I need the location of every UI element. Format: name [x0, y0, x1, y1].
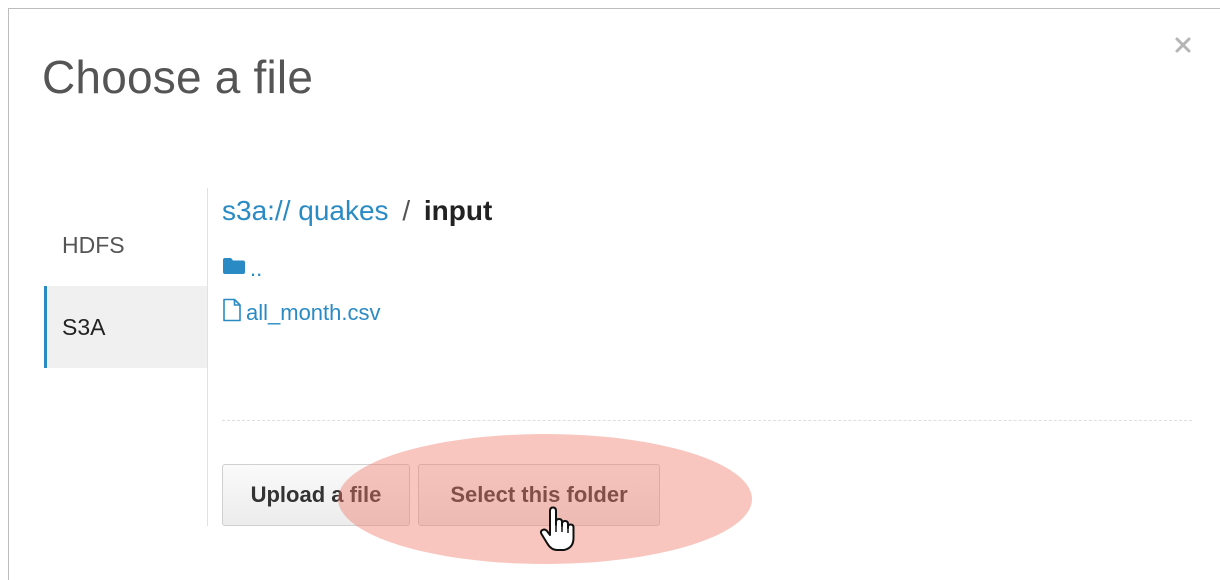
breadcrumb-separator: /	[402, 195, 411, 226]
list-item-label: ..	[250, 256, 263, 281]
folder-icon	[222, 256, 250, 282]
sidebar-item-label: HDFS	[62, 231, 125, 258]
breadcrumb: s3a:// quakes / input	[222, 195, 492, 227]
select-folder-button[interactable]: Select this folder	[418, 464, 660, 526]
list-item-label: all_month.csv	[246, 300, 381, 325]
sidebar-item-s3a[interactable]: S3A	[44, 286, 208, 368]
upload-file-button[interactable]: Upload a file	[222, 464, 410, 526]
filesystem-sidebar: HDFS S3A	[44, 204, 208, 368]
divider	[222, 420, 1192, 421]
sidebar-item-hdfs[interactable]: HDFS	[44, 204, 208, 286]
breadcrumb-bucket[interactable]: quakes	[298, 195, 388, 226]
sidebar-item-label: S3A	[62, 313, 106, 340]
list-item-parent-folder[interactable]: ..	[222, 256, 262, 282]
breadcrumb-current: input	[423, 195, 493, 226]
breadcrumb-scheme[interactable]: s3a://	[222, 195, 290, 226]
dialog-title: Choose a file	[42, 51, 314, 103]
close-icon[interactable]	[1168, 30, 1198, 60]
sidebar-divider	[207, 188, 208, 526]
list-item-file[interactable]: all_month.csv	[222, 298, 381, 328]
file-icon	[222, 298, 246, 328]
